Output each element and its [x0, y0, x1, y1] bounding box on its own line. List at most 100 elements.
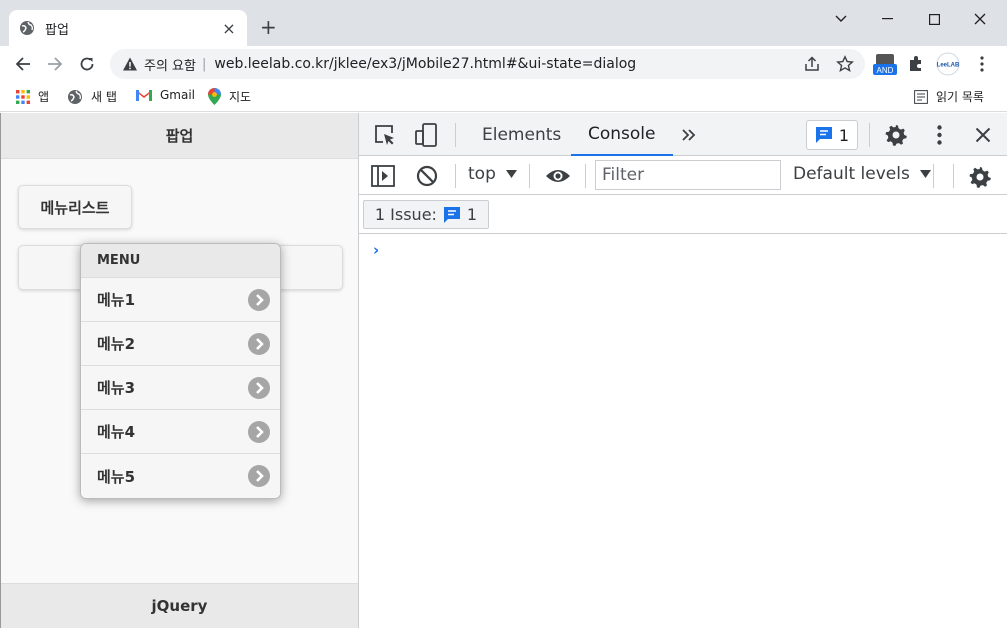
console-prompt[interactable]: ›	[373, 241, 379, 259]
more-tabs-button[interactable]	[679, 125, 699, 145]
issues-chip-count: 1	[466, 205, 478, 224]
popup-menu-item[interactable]: 메뉴2	[81, 322, 280, 366]
toggle-sidebar-button[interactable]	[371, 164, 395, 188]
popup-menu-item-label: 메뉴1	[97, 291, 136, 309]
toolbar-divider	[529, 164, 530, 188]
forward-button[interactable]	[41, 50, 69, 78]
issues-count: 1	[838, 125, 850, 145]
popup-menu-item[interactable]: 메뉴3	[81, 366, 280, 410]
devtools-panel: Elements Console 1 top Filter Default le…	[358, 113, 1007, 628]
page-header: 팝업	[1, 113, 358, 159]
warning-icon	[123, 57, 137, 71]
popup-menu-item-label: 메뉴5	[97, 467, 136, 486]
leelab-logo-icon: LeeLAB	[936, 52, 960, 76]
map-pin-icon	[208, 88, 221, 105]
maximize-button[interactable]	[911, 6, 957, 32]
console-settings-button[interactable]	[967, 164, 993, 190]
bookmark-apps[interactable]: 앱	[16, 88, 49, 105]
browser-toolbar: 주의 요함 | web.leelab.co.kr/jklee/ex3/jMobi…	[0, 46, 1007, 82]
extension-and[interactable]: AND	[872, 52, 898, 76]
devtools-close-button[interactable]	[973, 125, 993, 145]
console-filter-input[interactable]: Filter	[595, 160, 781, 190]
chevron-right-icon	[248, 377, 270, 399]
popup-menu: MENU 메뉴1 메뉴2 메뉴3 메뉴4 메뉴5	[80, 243, 281, 499]
security-status[interactable]: 주의 요함	[144, 55, 196, 74]
url-text[interactable]: web.leelab.co.kr/jklee/ex3/jMobile27.htm…	[214, 56, 636, 72]
menu-list-button[interactable]: 메뉴리스트	[18, 185, 132, 229]
log-levels-label: Default levels	[793, 164, 910, 184]
globe-icon	[68, 89, 82, 104]
apps-grid-icon	[16, 89, 30, 104]
url-separator: |	[201, 56, 207, 72]
popup-menu-item[interactable]: 메뉴4	[81, 410, 280, 454]
arrow-left-icon	[15, 57, 30, 71]
context-label: top	[468, 164, 496, 184]
gear-icon	[885, 125, 907, 146]
close-window-button[interactable]	[957, 6, 1003, 32]
tab-close-icon[interactable]: ×	[221, 19, 237, 38]
toolbar-divider	[455, 164, 456, 188]
toolbar-divider	[869, 123, 870, 147]
new-tab-button[interactable]: +	[260, 16, 277, 38]
popup-menu-item[interactable]: 메뉴5	[81, 454, 280, 498]
chat-issue-icon	[815, 127, 832, 143]
issues-counter-button[interactable]: 1	[806, 120, 858, 150]
devtools-settings-button[interactable]	[883, 122, 909, 148]
share-icon[interactable]	[803, 55, 821, 73]
toolbar-divider	[455, 123, 456, 147]
chrome-menu-button[interactable]	[972, 52, 992, 76]
close-icon	[975, 127, 991, 143]
block-icon	[416, 165, 438, 187]
back-button[interactable]	[9, 50, 37, 78]
chevron-right-icon	[248, 289, 270, 311]
reading-list-button[interactable]: 읽기 목록	[914, 88, 984, 105]
leelab-profile[interactable]: LeeLAB	[934, 52, 962, 76]
chevron-down-icon	[835, 15, 847, 22]
bookmark-star-icon[interactable]	[836, 55, 854, 73]
triangle-down-icon	[505, 170, 517, 178]
toolbar-divider	[953, 164, 954, 188]
kebab-menu-icon	[980, 56, 984, 72]
inspect-cursor-icon	[375, 125, 394, 145]
minimize-button[interactable]	[864, 6, 910, 32]
title-bar: 팝업 × +	[0, 0, 1007, 46]
address-bar[interactable]: 주의 요함 | web.leelab.co.kr/jklee/ex3/jMobi…	[110, 49, 865, 79]
chevron-right-icon	[248, 465, 270, 487]
devtools-menu-button[interactable]	[931, 124, 947, 146]
console-toolbar: top Filter Default levels	[359, 156, 1007, 195]
bookmarks-bar: 앱 새 탭 Gmail 지도 읽기 목록	[0, 82, 1007, 112]
context-selector[interactable]: top	[468, 164, 517, 184]
bookmark-gmail-label: Gmail	[160, 88, 196, 102]
tab-console[interactable]: Console	[571, 113, 673, 156]
popup-menu-item[interactable]: 메뉴1	[81, 278, 280, 322]
browser-tab[interactable]: 팝업 ×	[9, 10, 247, 46]
log-levels-dropdown[interactable]: Default levels	[793, 164, 931, 184]
device-toolbar-button[interactable]	[413, 122, 439, 148]
live-expression-button[interactable]	[544, 164, 572, 188]
issues-chip-button[interactable]: 1 Issue: 1	[363, 200, 489, 229]
tab-elements[interactable]: Elements	[482, 113, 561, 156]
gear-icon	[969, 167, 991, 188]
toolbar-divider	[585, 164, 586, 188]
popup-menu-item-label: 메뉴4	[97, 423, 136, 441]
puzzle-icon	[910, 56, 921, 71]
tab-title: 팝업	[45, 22, 69, 38]
bookmark-new-tab[interactable]: 새 탭	[67, 88, 117, 105]
bookmark-maps[interactable]: 지도	[208, 88, 251, 105]
chevron-right-icon	[248, 421, 270, 443]
tab-search-button[interactable]	[818, 6, 864, 32]
reload-button[interactable]	[73, 50, 101, 78]
close-icon	[974, 13, 986, 25]
bookmark-gmail[interactable]: Gmail	[136, 88, 195, 102]
extensions-button[interactable]	[906, 52, 926, 76]
leelab-logo-text: LeeLAB	[937, 63, 960, 69]
eye-icon	[546, 170, 570, 182]
bookmark-apps-label: 앱	[38, 90, 50, 104]
clear-console-button[interactable]	[415, 164, 439, 188]
popup-header: MENU	[81, 244, 280, 278]
reading-list-label: 읽기 목록	[936, 90, 984, 104]
devtools-tab-bar: Elements Console 1	[359, 113, 1007, 156]
popup-menu-item-label: 메뉴2	[97, 335, 136, 353]
inspect-element-button[interactable]	[373, 123, 397, 147]
extension-badge-text: AND	[877, 66, 894, 75]
